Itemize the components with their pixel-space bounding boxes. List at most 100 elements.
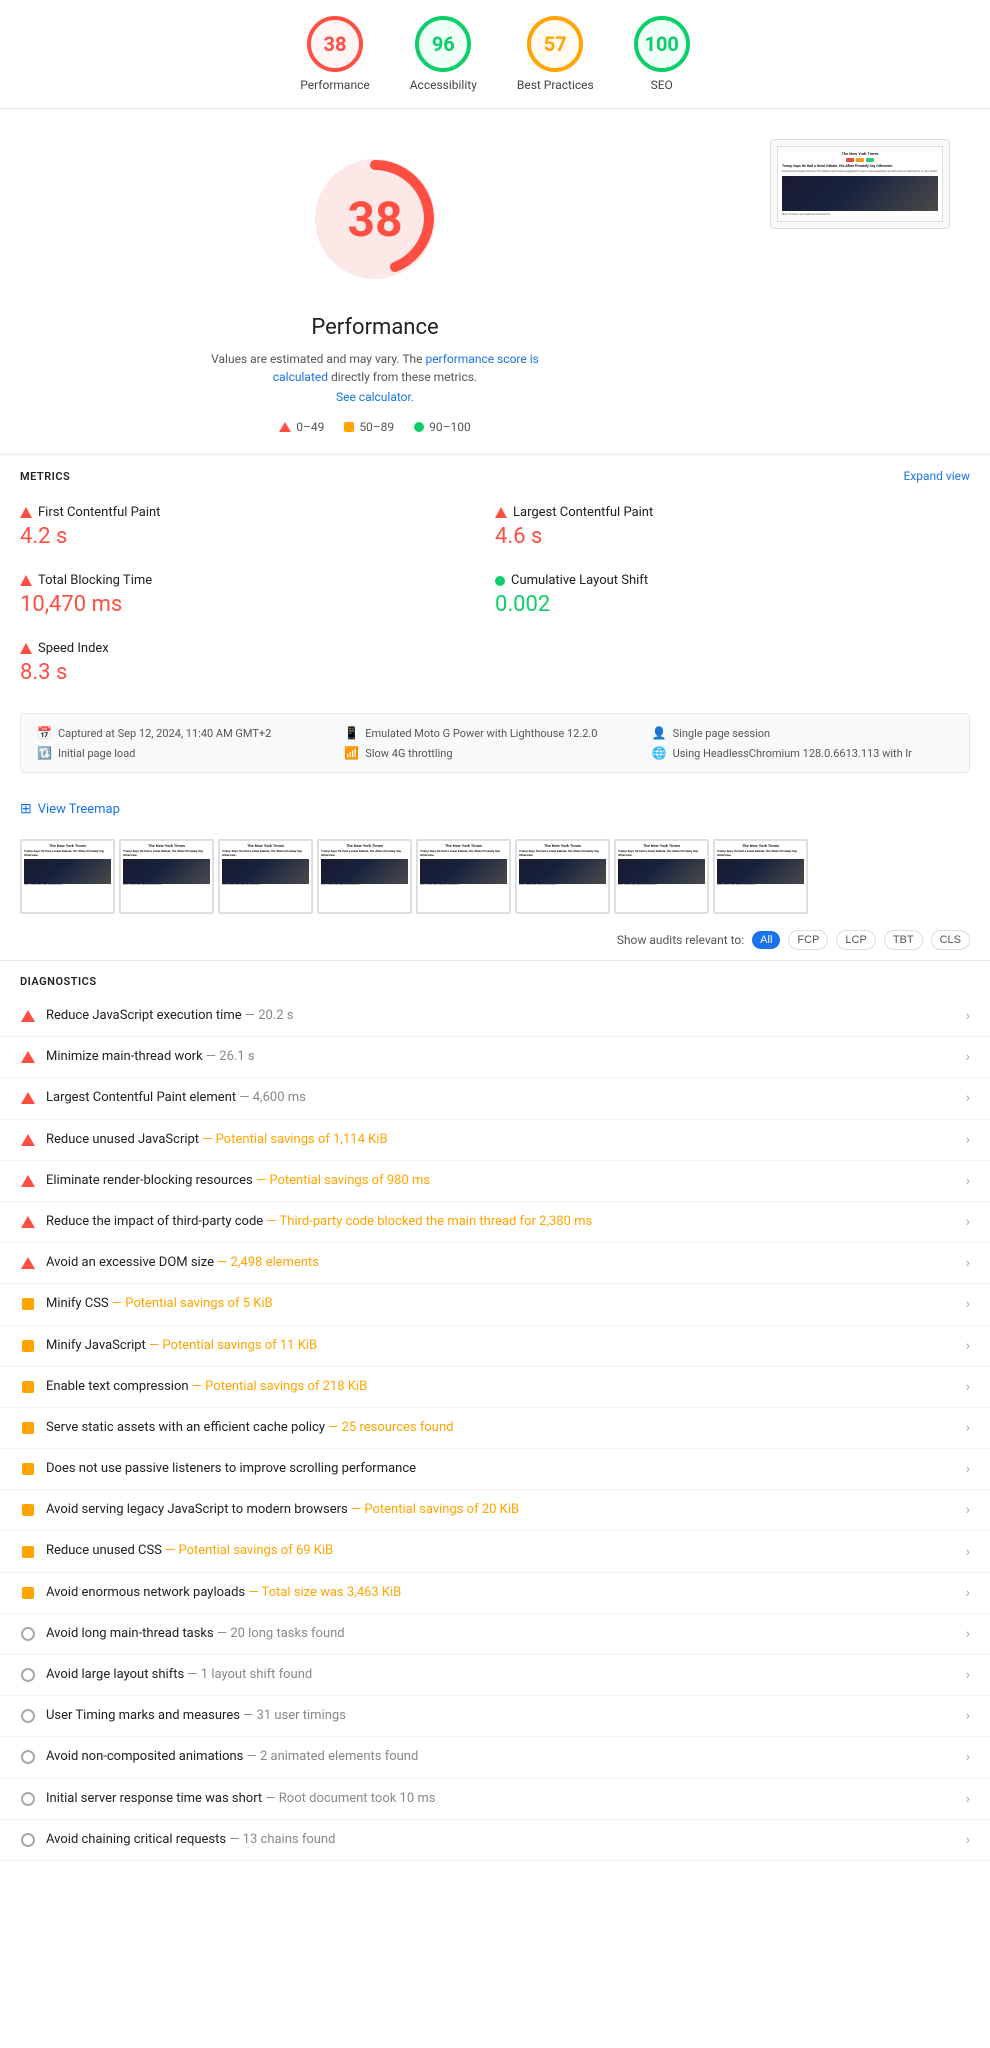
- audit-item[interactable]: Reduce unused CSS — Potential savings of…: [0, 1531, 990, 1572]
- performance-description: Values are estimated and may vary. The p…: [205, 350, 545, 406]
- audit-item[interactable]: Reduce JavaScript execution time — 20.2 …: [0, 996, 990, 1037]
- audit-circle-icon: [21, 1627, 35, 1641]
- audit-item[interactable]: Minify JavaScript — Potential savings of…: [0, 1326, 990, 1367]
- treemap-icon: ⊞: [20, 801, 32, 817]
- audit-left: Reduce unused JavaScript — Potential sav…: [20, 1131, 958, 1149]
- audit-detail: — 2,498 elements: [217, 1255, 319, 1270]
- thumbnail-5[interactable]: The New York TimesTrump Says He Had a Gr…: [515, 839, 610, 914]
- audit-item[interactable]: Avoid enormous network payloads — Total …: [0, 1573, 990, 1614]
- see-calculator-link[interactable]: See calculator.: [205, 388, 545, 406]
- audit-item[interactable]: Avoid chaining critical requests — 13 ch…: [0, 1820, 990, 1861]
- audit-item[interactable]: Serve static assets with an efficient ca…: [0, 1408, 990, 1449]
- audit-detail: — Third-party code blocked the main thre…: [266, 1214, 592, 1229]
- chevron-down-icon: ›: [966, 1585, 970, 1601]
- audit-text: Reduce the impact of third-party code — …: [46, 1213, 592, 1231]
- thumbnail-3[interactable]: The New York TimesTrump Says He Had a Gr…: [317, 839, 412, 914]
- score-circle-accessibility: 96: [415, 16, 471, 72]
- audit-left: Minify JavaScript — Potential savings of…: [20, 1337, 958, 1355]
- audit-detail: — Potential savings of 20 KiB: [351, 1502, 519, 1517]
- audit-icon: [20, 1832, 36, 1848]
- score-item-performance[interactable]: 38 Performance: [300, 16, 369, 92]
- audit-icon: [20, 1008, 36, 1024]
- audit-detail: — Potential savings of 1,114 KiB: [202, 1132, 387, 1147]
- chevron-down-icon: ›: [966, 1544, 970, 1560]
- thumbnail-6[interactable]: The New York TimesTrump Says He Had a Gr…: [614, 839, 709, 914]
- audit-text: Does not use passive listeners to improv…: [46, 1460, 416, 1478]
- filter-tbt[interactable]: TBT: [884, 930, 923, 950]
- audit-icon: [20, 1296, 36, 1312]
- audit-left: Enable text compression — Potential savi…: [20, 1378, 958, 1396]
- legend-green: 90–100: [414, 420, 471, 434]
- thumbnail-0[interactable]: The New York TimesTrump Says He Had a Gr…: [20, 839, 115, 914]
- audit-detail: — 2 animated elements found: [247, 1749, 419, 1764]
- audit-item[interactable]: Avoid an excessive DOM size — 2,498 elem…: [0, 1243, 990, 1284]
- audit-item[interactable]: Reduce the impact of third-party code — …: [0, 1202, 990, 1243]
- audit-icon: [20, 1379, 36, 1395]
- audit-left: Avoid serving legacy JavaScript to moder…: [20, 1501, 958, 1519]
- audit-icon: [20, 1791, 36, 1807]
- audit-detail: — 1 layout shift found: [187, 1667, 312, 1682]
- filter-lcp[interactable]: LCP: [836, 930, 875, 950]
- chevron-down-icon: ›: [966, 1420, 970, 1436]
- filter-fcp[interactable]: FCP: [788, 930, 828, 950]
- expand-view-button[interactable]: Expand view: [903, 469, 970, 483]
- audit-detail: — Root document took 10 ms: [265, 1791, 435, 1806]
- audit-item[interactable]: User Timing marks and measures — 31 user…: [0, 1696, 990, 1737]
- audit-text: Largest Contentful Paint element — 4,600…: [46, 1089, 306, 1107]
- thumbnail-1[interactable]: The New York TimesTrump Says He Had a Gr…: [119, 839, 214, 914]
- audit-icon: [20, 1420, 36, 1436]
- score-item-best-practices[interactable]: 57 Best Practices: [517, 16, 594, 92]
- audit-text: User Timing marks and measures — 31 user…: [46, 1707, 346, 1725]
- audit-detail: — 25 resources found: [328, 1420, 453, 1435]
- info-page-load: 🔃 Initial page load: [37, 746, 338, 760]
- audit-item[interactable]: Minify CSS — Potential savings of 5 KiB …: [0, 1284, 990, 1325]
- audit-triangle-icon: [21, 1257, 35, 1269]
- audit-item[interactable]: Avoid large layout shifts — 1 layout shi…: [0, 1655, 990, 1696]
- chevron-down-icon: ›: [966, 1132, 970, 1148]
- chevron-down-icon: ›: [966, 1832, 970, 1848]
- audit-left: Avoid long main-thread tasks — 20 long t…: [20, 1625, 958, 1643]
- audit-icon: [20, 1338, 36, 1354]
- audit-left: Avoid non-composited animations — 2 anim…: [20, 1748, 958, 1766]
- chevron-down-icon: ›: [966, 1667, 970, 1683]
- audit-item[interactable]: Minimize main-thread work — 26.1 s ›: [0, 1037, 990, 1078]
- score-circle-seo: 100: [634, 16, 690, 72]
- audit-detail: — 4,600 ms: [239, 1090, 306, 1105]
- audit-item[interactable]: Reduce unused JavaScript — Potential sav…: [0, 1120, 990, 1161]
- thumbnail-7[interactable]: The New York TimesTrump Says He Had a Gr…: [713, 839, 808, 914]
- score-label-best-practices: Best Practices: [517, 78, 594, 92]
- score-item-accessibility[interactable]: 96 Accessibility: [410, 16, 477, 92]
- audit-left: Eliminate render-blocking resources — Po…: [20, 1172, 958, 1190]
- audit-circle-icon: [21, 1709, 35, 1723]
- filter-label: Show audits relevant to:: [617, 933, 744, 947]
- audit-circle-icon: [21, 1750, 35, 1764]
- metric-lcp-icon: [495, 507, 507, 518]
- chevron-down-icon: ›: [966, 1049, 970, 1065]
- audit-item[interactable]: Eliminate render-blocking resources — Po…: [0, 1161, 990, 1202]
- audit-item[interactable]: Avoid long main-thread tasks — 20 long t…: [0, 1614, 990, 1655]
- metric-cls: Cumulative Layout Shift 0.002: [495, 561, 970, 629]
- treemap-link[interactable]: ⊞ View Treemap: [20, 801, 970, 817]
- audit-text: Eliminate render-blocking resources — Po…: [46, 1172, 430, 1190]
- audit-triangle-icon: [21, 1134, 35, 1146]
- audit-detail: — 26.1 s: [206, 1049, 255, 1064]
- metrics-grid: First Contentful Paint 4.2 s Largest Con…: [0, 493, 990, 697]
- chevron-down-icon: ›: [966, 1626, 970, 1642]
- thumbnail-4[interactable]: The New York TimesTrump Says He Had a Gr…: [416, 839, 511, 914]
- audit-item[interactable]: Avoid non-composited animations — 2 anim…: [0, 1737, 990, 1778]
- audit-item[interactable]: Enable text compression — Potential savi…: [0, 1367, 990, 1408]
- audit-item[interactable]: Largest Contentful Paint element — 4,600…: [0, 1078, 990, 1119]
- audit-item[interactable]: Avoid serving legacy JavaScript to moder…: [0, 1490, 990, 1531]
- audit-text: Minify JavaScript — Potential savings of…: [46, 1337, 317, 1355]
- audit-triangle-icon: [21, 1216, 35, 1228]
- thumbnail-2[interactable]: The New York TimesTrump Says He Had a Gr…: [218, 839, 313, 914]
- audit-icon: [20, 1667, 36, 1683]
- audit-item[interactable]: Initial server response time was short —…: [0, 1779, 990, 1820]
- audit-icon: [20, 1749, 36, 1765]
- metric-tbt-icon: [20, 575, 32, 586]
- filter-cls[interactable]: CLS: [931, 930, 970, 950]
- filter-all[interactable]: All: [752, 931, 780, 949]
- audit-item[interactable]: Does not use passive listeners to improv…: [0, 1449, 990, 1490]
- calendar-icon: 📅: [37, 726, 52, 740]
- score-item-seo[interactable]: 100 SEO: [634, 16, 690, 92]
